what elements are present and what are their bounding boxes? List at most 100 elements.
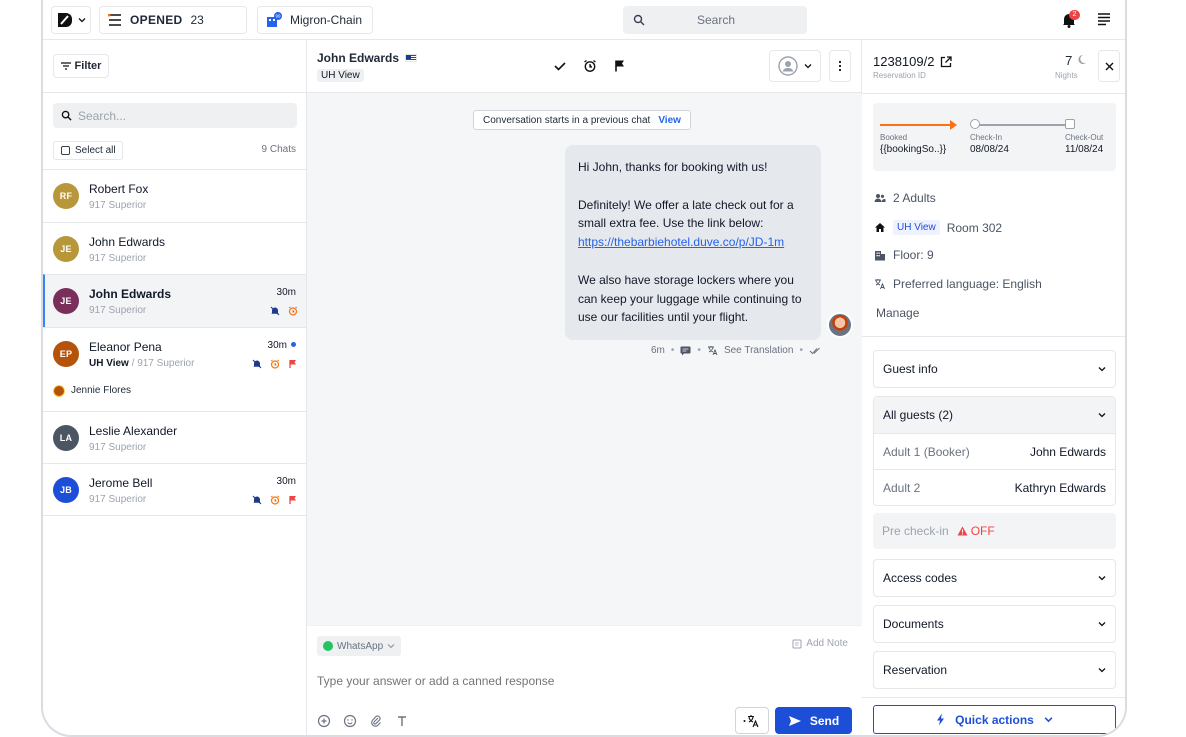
add-circle-icon[interactable]: [317, 714, 331, 728]
user-circle-icon: [778, 56, 798, 76]
translate-icon: [875, 279, 885, 290]
flag-icon[interactable]: [613, 59, 627, 73]
us-flag-icon: [405, 54, 418, 62]
notification-badge: 2: [1069, 10, 1080, 20]
avatar: JB: [53, 477, 79, 503]
quick-actions-button[interactable]: Quick actions: [873, 705, 1116, 734]
text-format-icon[interactable]: [395, 714, 409, 728]
guest-name: Kathryn Edwards: [1014, 480, 1106, 495]
conversation-item[interactable]: JB Jerome Bell 917 Superior 30m: [43, 463, 306, 516]
guest-name: John Edwards: [1029, 444, 1106, 459]
close-panel-button[interactable]: [1098, 50, 1120, 82]
message-time: 6m: [651, 345, 665, 356]
chevron-down-icon: [1098, 367, 1106, 372]
home-icon: [875, 223, 885, 232]
conversation-item[interactable]: RF Robert Fox 917 Superior: [43, 169, 306, 222]
message-body-2: We also have storage lockers where you c…: [578, 272, 802, 325]
global-search[interactable]: Search: [623, 6, 807, 34]
assign-agent-button[interactable]: [769, 50, 821, 82]
status-count: 23: [190, 13, 204, 27]
external-link-icon[interactable]: [940, 55, 953, 68]
alarm-clock-icon[interactable]: [583, 59, 597, 73]
all-guests-header[interactable]: All guests (2): [874, 397, 1115, 433]
list-menu-icon: [108, 14, 121, 26]
avatar: JE: [53, 288, 79, 314]
alarm-clock-icon: [270, 359, 280, 369]
checkin-marker: [970, 119, 980, 129]
pre-checkin-status[interactable]: Pre check-in OFF: [873, 513, 1116, 549]
channel-label: WhatsApp: [337, 640, 384, 652]
documents-header[interactable]: Documents: [874, 606, 1115, 642]
logo-menu-button[interactable]: [51, 6, 91, 34]
precheck-label: Pre check-in: [882, 524, 949, 538]
conversation-status-icons: [270, 306, 298, 316]
status-filter-button[interactable]: OPENED 23: [99, 6, 247, 34]
stay-timeline: Booked {{bookingSo..}} Check-In 08/08/24…: [873, 103, 1116, 171]
filter-button[interactable]: Filter: [53, 54, 109, 78]
note-icon: [792, 639, 802, 648]
chevron-down-icon: [78, 18, 86, 23]
access-codes-header[interactable]: Access codes: [874, 560, 1115, 596]
message-body-1: Definitely! We offer a late check out fo…: [578, 197, 794, 231]
conversation-item[interactable]: JE John Edwards 917 Superior: [43, 221, 306, 275]
reservation-accordion[interactable]: Reservation: [873, 651, 1116, 689]
reservation-header[interactable]: Reservation: [874, 652, 1115, 688]
select-all-label: Select all: [75, 145, 116, 156]
conversation-room: 917 Superior: [89, 200, 147, 211]
send-icon: [788, 715, 801, 726]
chat-guest-tag: UH View: [317, 69, 364, 82]
access-codes-label: Access codes: [883, 571, 958, 585]
see-translation-link[interactable]: See Translation: [724, 345, 794, 356]
activity-menu-icon[interactable]: [1097, 13, 1111, 26]
guest-info-header[interactable]: Guest info: [874, 351, 1115, 387]
chat-actions: [553, 59, 627, 73]
flag-icon: [289, 496, 296, 504]
floor-row: Floor: 9: [874, 248, 934, 262]
paperclip-icon[interactable]: [369, 714, 383, 728]
message-link[interactable]: https://thebarbiehotel.duve.co/p/JD-1m: [578, 235, 784, 249]
quick-actions-label: Quick actions: [955, 712, 1034, 727]
muted-bell-icon: [270, 306, 280, 316]
message-greeting: Hi John, thanks for booking with us!: [578, 160, 768, 174]
moon-icon: [1078, 54, 1086, 64]
add-note-button[interactable]: Add Note: [792, 638, 848, 649]
access-codes-accordion[interactable]: Access codes: [873, 559, 1116, 597]
property-selector[interactable]: 99 Migron-Chain: [257, 6, 373, 34]
more-options-button[interactable]: [829, 50, 851, 82]
booked-value: {{bookingSo..}}: [880, 144, 947, 155]
avatar: LA: [53, 424, 79, 451]
agent-avatar: [827, 312, 853, 338]
reservation-id-value: 1238109/2: [873, 54, 935, 69]
guest-row[interactable]: Adult 2 Kathryn Edwards: [874, 469, 1115, 505]
channel-selector[interactable]: WhatsApp: [317, 636, 402, 656]
avatar: RF: [53, 183, 79, 209]
checkout-label: Check-Out: [1065, 133, 1104, 142]
conversation-item-selected[interactable]: JE John Edwards 917 Superior 30m: [43, 274, 306, 327]
chat-guest-name: John Edwards: [317, 51, 400, 65]
composer-tools: [317, 714, 409, 728]
emoji-icon[interactable]: [343, 714, 357, 728]
documents-accordion[interactable]: Documents: [873, 605, 1116, 643]
conversation-room: 917 Superior: [89, 305, 147, 316]
manage-link[interactable]: Manage: [876, 306, 919, 320]
guest-info-accordion[interactable]: Guest info: [873, 350, 1116, 388]
guest-row[interactable]: Adult 1 (Booker) John Edwards: [874, 433, 1115, 469]
conversation-search-input[interactable]: Search...: [53, 103, 297, 128]
view-previous-chat-link[interactable]: View: [658, 115, 681, 126]
translate-button[interactable]: [735, 707, 769, 734]
conversation-room: 917 Superior: [89, 252, 147, 264]
room-text: Room 302: [946, 220, 1003, 235]
floor-text: Floor: 9: [893, 248, 934, 262]
message-channel-icon: [680, 346, 691, 355]
top-bar: OPENED 23 99 Migron-Chain Search 2: [43, 0, 1125, 40]
conversation-item[interactable]: LA Leslie Alexander 917 Superior: [43, 410, 306, 464]
previous-chat-text: Conversation starts in a previous chat: [483, 114, 651, 126]
message-composer: WhatsApp Add Note Send: [307, 625, 862, 735]
send-button[interactable]: Send: [775, 707, 852, 734]
message-input[interactable]: [317, 674, 837, 688]
check-icon[interactable]: [553, 59, 567, 73]
chevron-down-icon: [1098, 622, 1106, 627]
select-all-checkbox[interactable]: Select all: [53, 141, 123, 160]
conversation-item[interactable]: EP Eleanor Pena UH View / 917 Superior 3…: [43, 326, 306, 411]
search-icon: [633, 14, 645, 26]
